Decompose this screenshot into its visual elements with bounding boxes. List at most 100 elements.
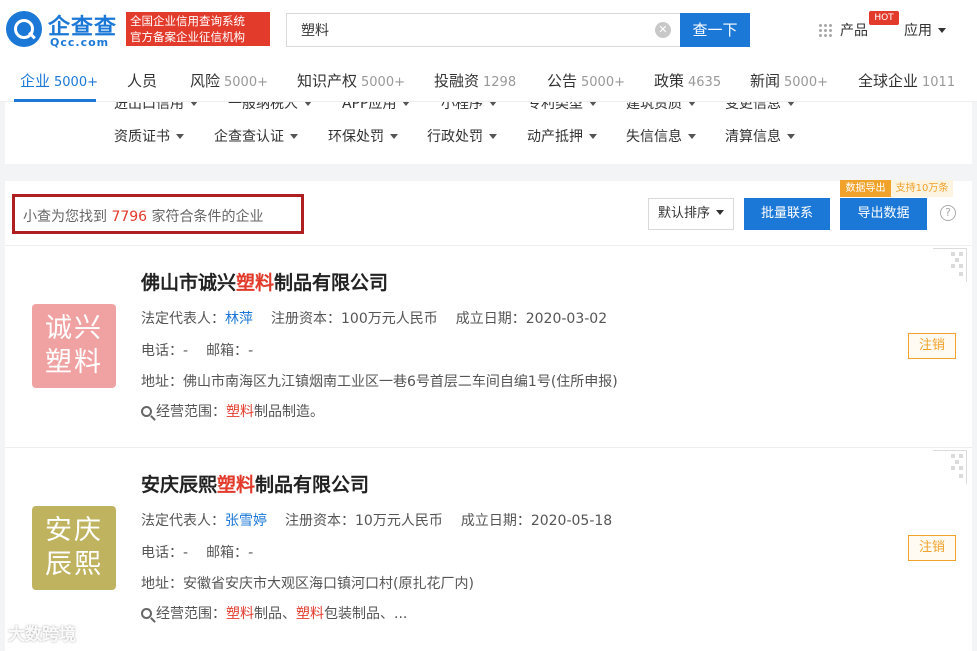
filter-qcc-certified[interactable]: 企查查认证 (214, 126, 298, 146)
logo-text-en: Qcc.com (50, 36, 110, 49)
company-contact-info: 电话：- 邮箱：- (141, 542, 253, 562)
export-tag: 数据导出 (840, 180, 891, 197)
chevron-down-icon (716, 210, 724, 215)
filter-patent[interactable]: 专利类型 (527, 102, 597, 113)
clear-icon[interactable]: ✕ (655, 22, 671, 38)
email-label: 邮箱： (206, 545, 249, 561)
tab-label: 新闻 (750, 72, 781, 90)
bulk-contact-button[interactable]: 批量联系 (744, 198, 830, 230)
filter-label: 小程序 (441, 102, 483, 112)
filter-app[interactable]: APP应用 (342, 102, 411, 113)
tab-label: 公告 (547, 72, 578, 90)
tab-policy[interactable]: 政策 4635 (654, 70, 721, 91)
tab-count: 1298 (483, 75, 517, 90)
tab-enterprise[interactable]: 企业 5000+ (20, 70, 98, 91)
chevron-down-icon (589, 102, 597, 106)
magnifier-logo-icon (6, 11, 42, 47)
chevron-down-icon (489, 134, 497, 139)
product-label: 产品 (840, 23, 868, 39)
filter-taxpayer[interactable]: 一般纳税人 (228, 102, 312, 113)
chevron-down-icon (489, 102, 497, 106)
filter-label: APP应用 (342, 102, 397, 112)
legal-rep-label: 法定代表人： (141, 311, 225, 327)
company-name[interactable]: 安庆辰熙塑料制品有限公司 (141, 470, 369, 497)
tab-label: 全球企业 (858, 72, 919, 90)
legal-rep-link[interactable]: 张雪婷 (225, 513, 267, 529)
category-tabs: 企业 5000+ 人员 风险 5000+ 知识产权 5000+ 投融资 1298 公告 5… (0, 62, 977, 102)
tab-count: 1011 (922, 75, 956, 90)
chevron-down-icon (176, 134, 184, 139)
tab-global[interactable]: 全球企业 1011 (858, 70, 955, 91)
company-name[interactable]: 佛山市诚兴塑料制品有限公司 (141, 268, 388, 295)
filter-label: 建筑资质 (626, 102, 682, 112)
filter-miniprogram[interactable]: 小程序 (441, 102, 497, 113)
company-scope: 经营范围：塑料制品、塑料包装制品、... (141, 603, 407, 623)
phone-value: - (183, 343, 189, 359)
scope-text: 制品制造。 (254, 404, 324, 420)
tab-ip[interactable]: 知识产权 5000+ (297, 70, 405, 91)
filter-construction[interactable]: 建筑资质 (626, 102, 696, 113)
tab-count: 5000+ (54, 75, 98, 90)
tab-investment[interactable]: 投融资 1298 (434, 70, 516, 91)
tab-label: 政策 (654, 72, 685, 90)
name-part: 安庆辰熙 (141, 474, 218, 496)
export-data-button[interactable]: 导出数据 (840, 198, 927, 230)
email-value: - (248, 343, 254, 359)
filter-label: 资质证书 (114, 129, 170, 145)
company-card[interactable]: 安庆 辰熙 安庆辰熙塑料制品有限公司 法定代表人：张雪婷 注册资本：10万元人民币… (5, 448, 972, 648)
filter-label: 进出口信用 (114, 102, 184, 112)
tab-announcement[interactable]: 公告 5000+ (547, 70, 625, 91)
company-card[interactable]: 诚兴 塑料 佛山市诚兴塑料制品有限公司 法定代表人：林萍 注册资本：100万元人民… (5, 246, 972, 446)
search-button[interactable]: 查一下 (680, 13, 750, 47)
filter-label: 环保处罚 (328, 129, 384, 145)
address-label: 地址： (141, 374, 183, 390)
tab-risk[interactable]: 风险 5000+ (190, 70, 268, 91)
capital-label: 注册资本： (271, 311, 341, 327)
result-count-text: 小查为您找到 7796 家符合条件的企业 (23, 206, 264, 226)
filter-admin-penalty[interactable]: 行政处罚 (427, 126, 497, 146)
filter-qualification[interactable]: 资质证书 (114, 126, 184, 146)
tab-count: 5000+ (784, 75, 828, 90)
chevron-down-icon (688, 134, 696, 139)
company-contact-info: 电话：- 邮箱：- (141, 340, 253, 360)
qcc-logo[interactable]: 企查查 Qcc.com (6, 11, 122, 49)
filter-mortgage[interactable]: 动产抵押 (527, 126, 597, 146)
filter-import-export[interactable]: 进出口信用 (114, 102, 198, 113)
results-panel: 小查为您找到 7796 家符合条件的企业 默认排序 批量联系 导出数据 数据导出… (5, 180, 972, 651)
sort-dropdown[interactable]: 默认排序 (648, 198, 734, 230)
tab-count: 5000+ (581, 75, 625, 90)
filter-dishonest[interactable]: 失信信息 (626, 126, 696, 146)
search-input[interactable] (287, 14, 647, 46)
chevron-down-icon (688, 102, 696, 106)
filter-env-penalty[interactable]: 环保处罚 (328, 126, 398, 146)
product-menu[interactable]: 产品 (818, 20, 868, 40)
tab-count: 5000+ (361, 75, 405, 90)
tab-people[interactable]: 人员 (127, 70, 161, 91)
tab-label: 投融资 (434, 72, 480, 90)
name-part: 佛山市诚兴 (141, 272, 237, 294)
help-icon[interactable]: ? (940, 205, 956, 221)
chevron-down-icon (787, 102, 795, 106)
filter-label: 行政处罚 (427, 129, 483, 145)
scope-label: 经营范围： (156, 606, 226, 622)
legal-rep-label: 法定代表人： (141, 513, 225, 529)
date-label: 成立日期： (460, 513, 531, 529)
search-box: ✕ (286, 13, 681, 47)
scope-text: 包装制品、... (324, 606, 408, 622)
result-count-suffix: 家符合条件的企业 (151, 209, 264, 225)
top-header: 企查查 Qcc.com 全国企业信用查询系统 官方备案企业征信机构 ✕ 查一下 … (0, 0, 977, 62)
filter-liquidation[interactable]: 清算信息 (725, 126, 795, 146)
slogan-banner: 全国企业信用查询系统 官方备案企业征信机构 (126, 12, 270, 46)
qr-code-icon[interactable] (933, 450, 967, 484)
app-menu[interactable]: 应用 (904, 20, 946, 40)
address-label: 地址： (141, 576, 183, 592)
company-basic-info: 法定代表人：林萍 注册资本：100万元人民币 成立日期：2020-03-02 (141, 308, 607, 328)
legal-rep-link[interactable]: 林萍 (225, 311, 253, 327)
result-count-number: 7796 (111, 209, 148, 225)
tab-news[interactable]: 新闻 5000+ (750, 70, 828, 91)
qr-code-icon[interactable] (933, 248, 967, 282)
filter-label: 清算信息 (725, 129, 781, 145)
filter-label: 企查查认证 (214, 129, 284, 145)
search-icon (141, 406, 152, 417)
filter-changes[interactable]: 变更信息 (725, 102, 795, 113)
